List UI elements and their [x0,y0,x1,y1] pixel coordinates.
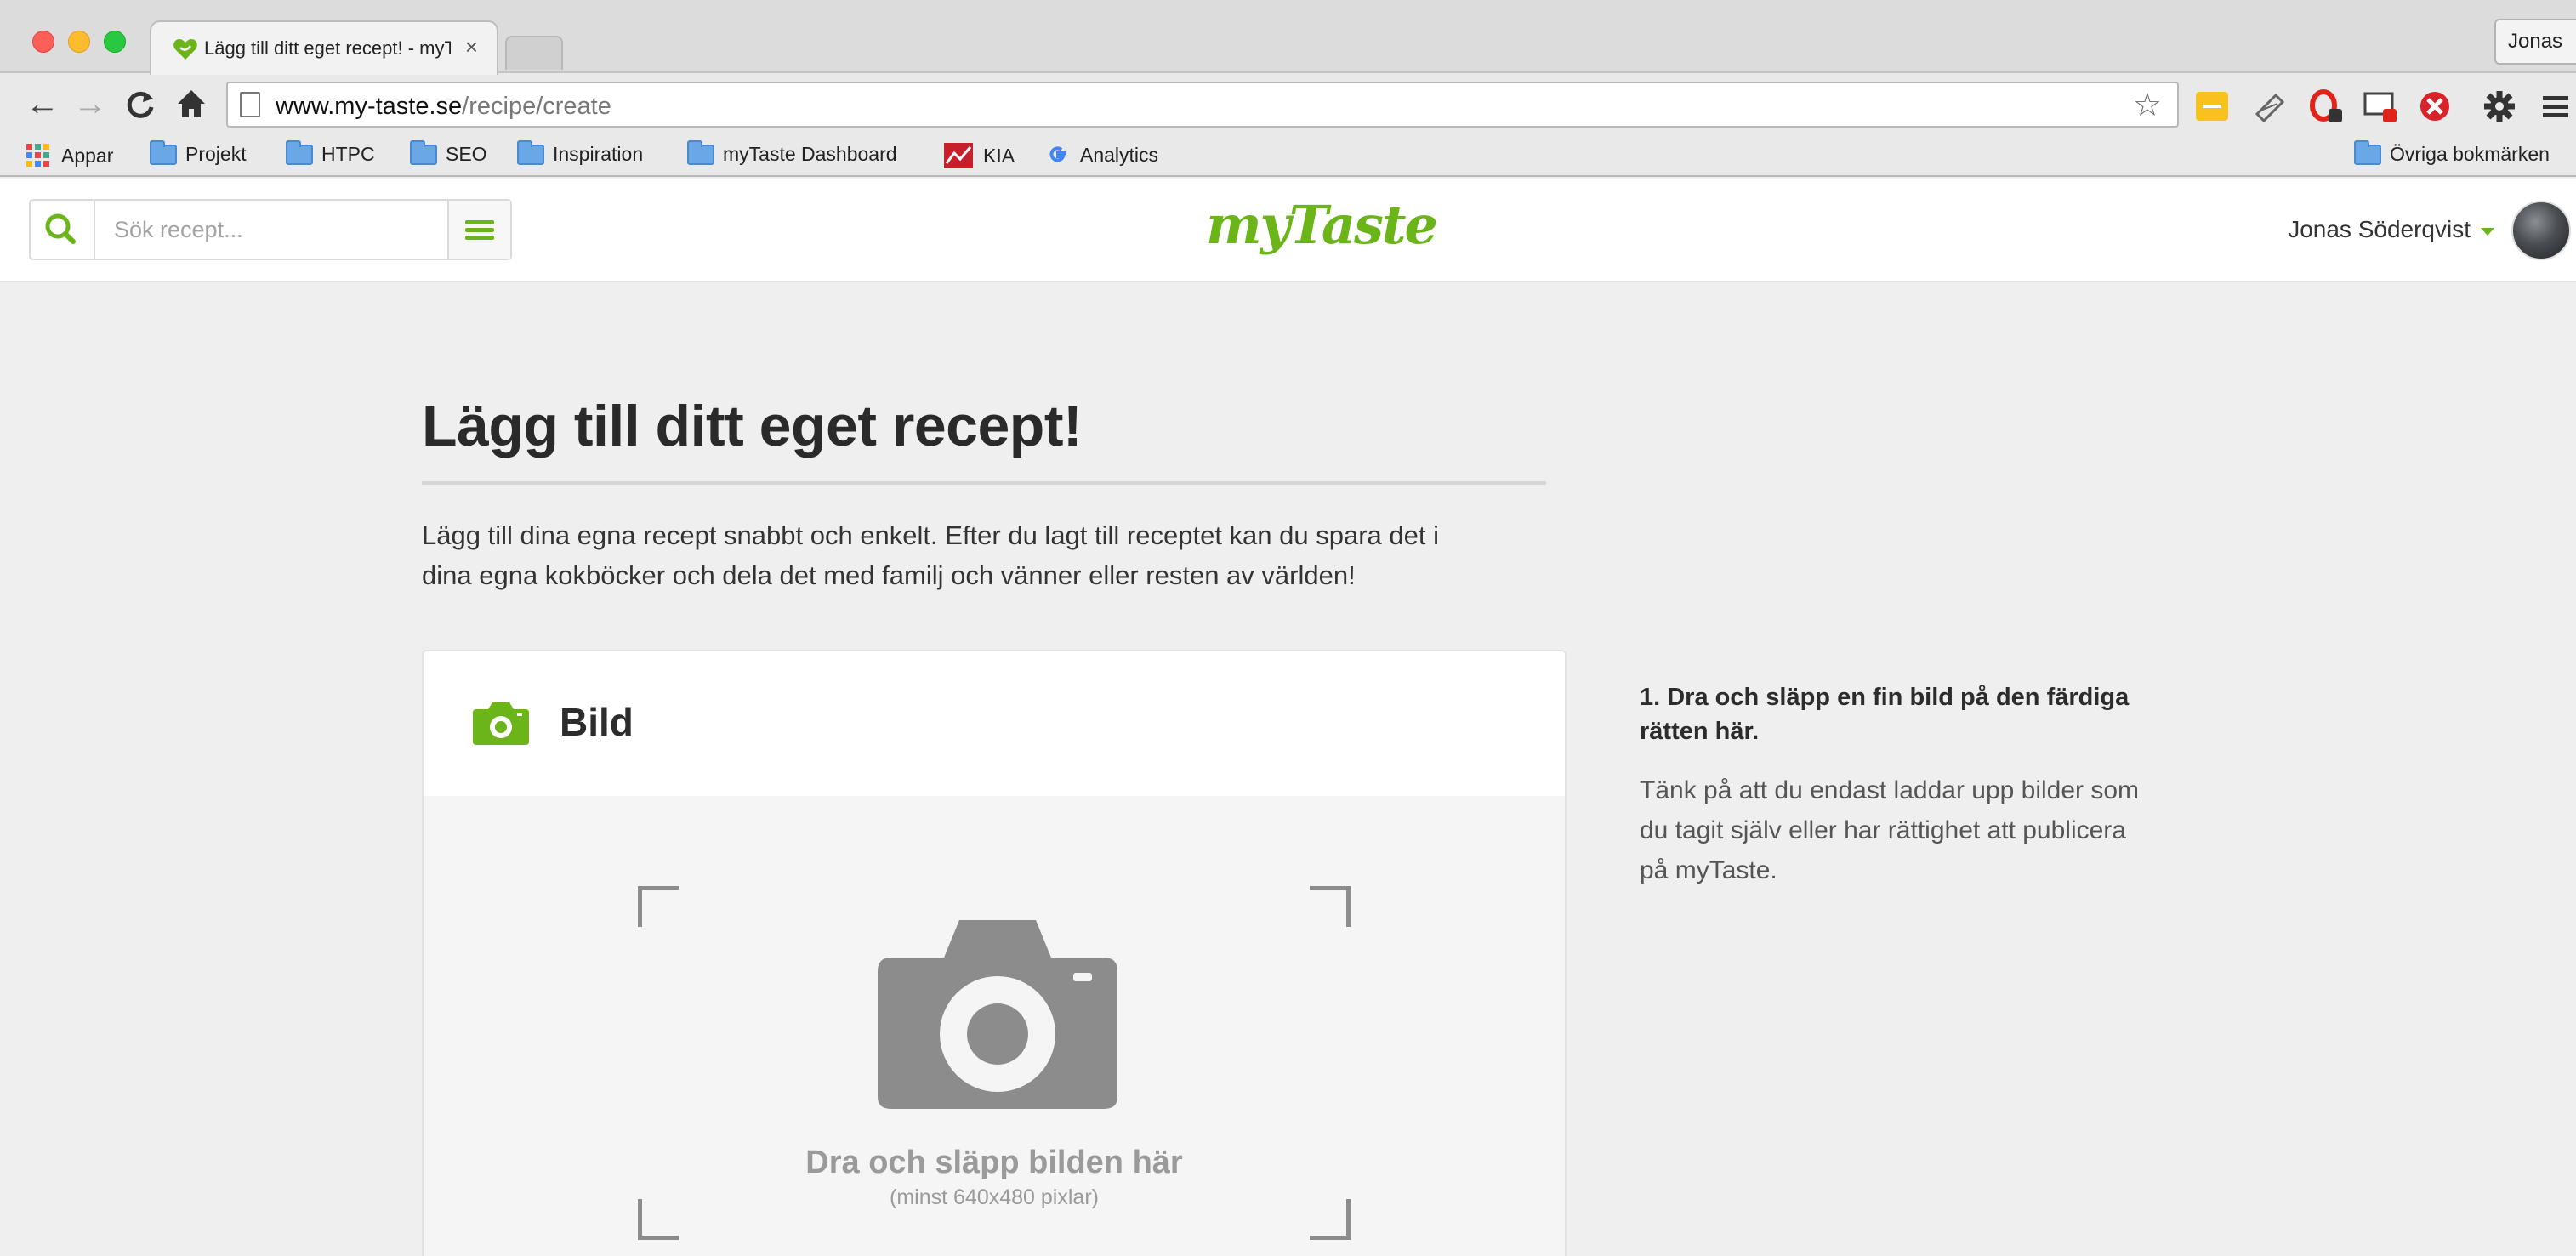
screen-capture-icon[interactable] [2363,88,2398,124]
tab-strip: Lägg till ditt eget recept! - myTaste × … [0,0,2576,75]
avatar[interactable] [2511,201,2571,260]
back-arrow-icon[interactable]: ← [26,85,60,122]
folder-icon [150,139,177,165]
gear-icon[interactable] [2482,88,2517,124]
bookmark-htpc[interactable]: HTPC [286,139,375,166]
step-heading: 1. Dra och släpp en fin bild på den färd… [1640,684,2130,745]
image-dropzone[interactable]: Dra och släpp bilden här (minst 640x480 … [424,796,1565,1256]
user-name[interactable]: Jonas Söderqvist [2288,216,2471,243]
search-icon [45,213,76,244]
page-icon [240,92,260,117]
bookmark-other[interactable]: Övriga bokmärken [2354,139,2550,166]
address-bar[interactable]: www.my-taste.se/recipe/create ☆ [226,82,2179,128]
bookmark-mytaste-dashboard[interactable]: myTaste Dashboard [687,139,897,166]
intro-text: Lägg till dina egna recept snabbt och en… [422,520,1439,590]
site-header: myTaste Jonas Söderqvist [0,179,2576,282]
menu-icon-bar [465,228,494,232]
ext-scroll-icon[interactable] [2252,88,2288,124]
tab-title: Lägg till ditt eget recept! - myTaste [204,37,451,59]
block-icon[interactable] [2417,88,2453,124]
bookmark-inspiration[interactable]: Inspiration [517,139,643,166]
zoom-window-button[interactable] [104,31,126,53]
search-input[interactable] [94,201,449,259]
bookmark-projekt[interactable]: Projekt [150,139,247,166]
image-upload-card: Bild Dra och släpp bilden här (minst 640… [422,650,1567,1256]
bookmark-analytics[interactable]: Analytics [1046,143,1158,167]
folder-icon [410,139,437,165]
minimize-window-button[interactable] [68,31,90,53]
search-box [29,199,512,260]
camera-icon [473,702,529,745]
bookmarks-bar: Appar Projekt HTPC SEO Inspiration myTas… [0,136,2576,175]
step-description: Tänk på att du endast laddar upp bilder … [1640,776,2140,884]
menu-icon-bar [465,220,494,224]
reload-icon[interactable] [124,88,156,121]
dropzone-corner [1310,886,1351,927]
apps-grid-icon [26,144,49,167]
browser-chrome: Lägg till ditt eget recept! - myTaste × … [0,0,2576,177]
mytaste-heart-favicon [173,39,197,60]
title-divider [422,481,1546,485]
forward-arrow-icon[interactable]: → [73,85,107,122]
ext-yellow-icon[interactable] [2194,88,2230,124]
tab-close-icon[interactable]: × [465,34,478,60]
page-title: Lägg till ditt eget recept! [422,394,1083,458]
bookmark-seo[interactable]: SEO [410,139,487,166]
url-text: www.my-taste.se/recipe/create [276,93,611,120]
close-window-button[interactable] [32,31,54,53]
folder-icon [2354,139,2381,165]
new-tab-button[interactable] [505,36,563,70]
home-icon[interactable] [175,87,208,121]
menu-button[interactable] [449,201,510,259]
folder-icon [517,139,544,165]
tab-active[interactable]: Lägg till ditt eget recept! - myTaste × [150,20,498,75]
opera-icon[interactable] [2308,88,2344,124]
profile-button[interactable]: Jonas [2494,19,2576,65]
menu-icon-bar [465,236,494,240]
camera-placeholder-icon [878,920,1117,1109]
card-header: Bild [424,651,1565,796]
folder-icon [286,139,313,165]
hamburger-menu-icon[interactable] [2538,88,2573,124]
mytaste-logo[interactable]: myTaste [1206,194,1438,256]
bookmark-star-icon[interactable]: ☆ [2133,87,2162,124]
google-icon [1049,146,1066,162]
bookmark-appar[interactable]: Appar [26,143,113,168]
bookmark-kia[interactable]: KIA [944,143,1015,168]
dropzone-corner [638,886,679,927]
folder-icon [687,139,714,165]
kia-chart-icon [944,143,973,168]
dropzone-subtext: (minst 640x480 pixlar) [890,1185,1099,1209]
dropzone-text: Dra och släpp bilden här [805,1145,1183,1180]
navigation-bar: ← → www.my-taste.se/recipe/create ☆ [0,75,2576,136]
chevron-down-icon[interactable] [2481,228,2494,236]
card-title: Bild [560,700,634,744]
search-button[interactable] [31,201,92,259]
